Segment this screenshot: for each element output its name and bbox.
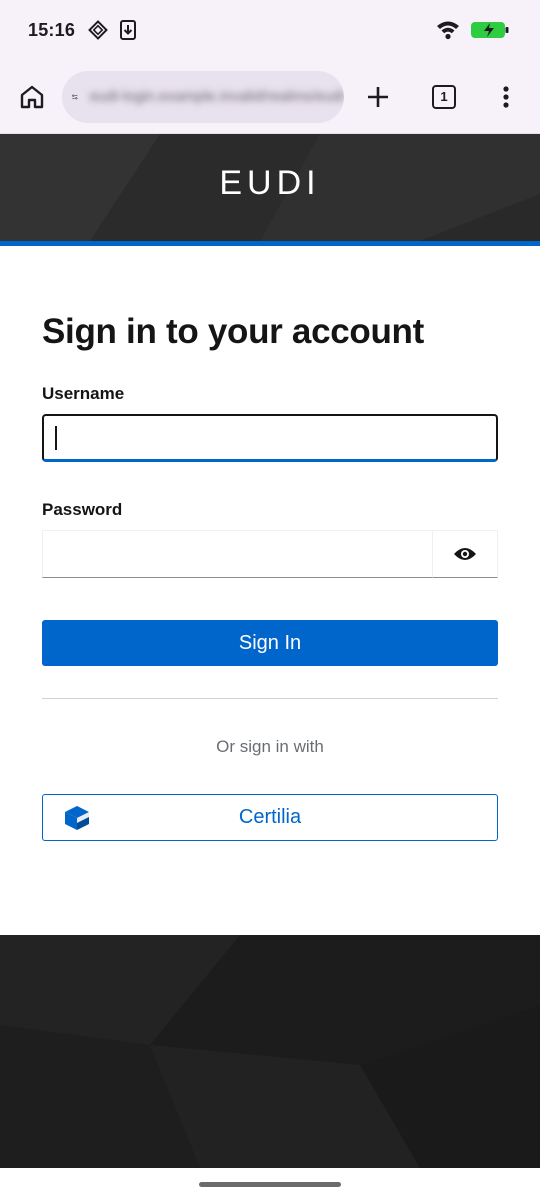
sign-in-button[interactable]: Sign In [42, 620, 498, 666]
certilia-sign-in-button[interactable]: Certilia [42, 794, 498, 841]
page-title: Sign in to your account [42, 312, 424, 351]
divider [42, 698, 498, 699]
address-bar[interactable]: eudi-login.example.invalid/realms/eudi [62, 70, 344, 123]
sim-diamond-icon [88, 20, 108, 40]
cube-icon [65, 806, 89, 830]
status-time: 15:16 [28, 19, 76, 40]
home-button[interactable] [8, 73, 56, 121]
page-footer-background [0, 935, 540, 1168]
browser-toolbar: eudi-login.example.invalid/realms/eudi 1 [0, 60, 540, 134]
alternative-sign-in-text: Or sign in with [216, 737, 324, 756]
status-right-icons [436, 20, 512, 40]
battery-charging-icon [471, 22, 509, 38]
site-settings-icon[interactable] [72, 87, 78, 107]
status-bar: 15:16 [0, 0, 540, 60]
download-icon [120, 20, 137, 40]
page-header: EUDI [0, 134, 540, 246]
text-caret [55, 426, 57, 450]
home-indicator[interactable] [199, 1182, 341, 1187]
footer-background-pattern [0, 935, 540, 1168]
new-tab-plus-icon [368, 86, 388, 107]
more-vert-icon [503, 85, 509, 108]
status-left-icons [87, 19, 137, 41]
tab-count: 1 [440, 89, 448, 104]
wifi-icon [437, 21, 459, 40]
brand-title: EUDI [219, 164, 321, 202]
username-label: Username [42, 384, 125, 403]
password-input[interactable] [42, 530, 432, 578]
more-menu-button[interactable] [482, 73, 530, 121]
new-tab-button[interactable] [354, 73, 402, 121]
show-password-button[interactable] [432, 530, 498, 578]
password-label: Password [42, 500, 123, 519]
provider-label: Certilia [238, 806, 302, 828]
url-text[interactable]: eudi-login.example.invalid/realms/eudi [90, 88, 344, 105]
tabs-button[interactable]: 1 [420, 73, 468, 121]
tabs-icon: 1 [432, 84, 456, 109]
username-input[interactable] [42, 414, 498, 462]
gesture-nav-area [0, 1168, 540, 1200]
sign-in-label: Sign In [238, 631, 302, 654]
eye-icon [454, 548, 476, 560]
home-icon [20, 85, 44, 108]
